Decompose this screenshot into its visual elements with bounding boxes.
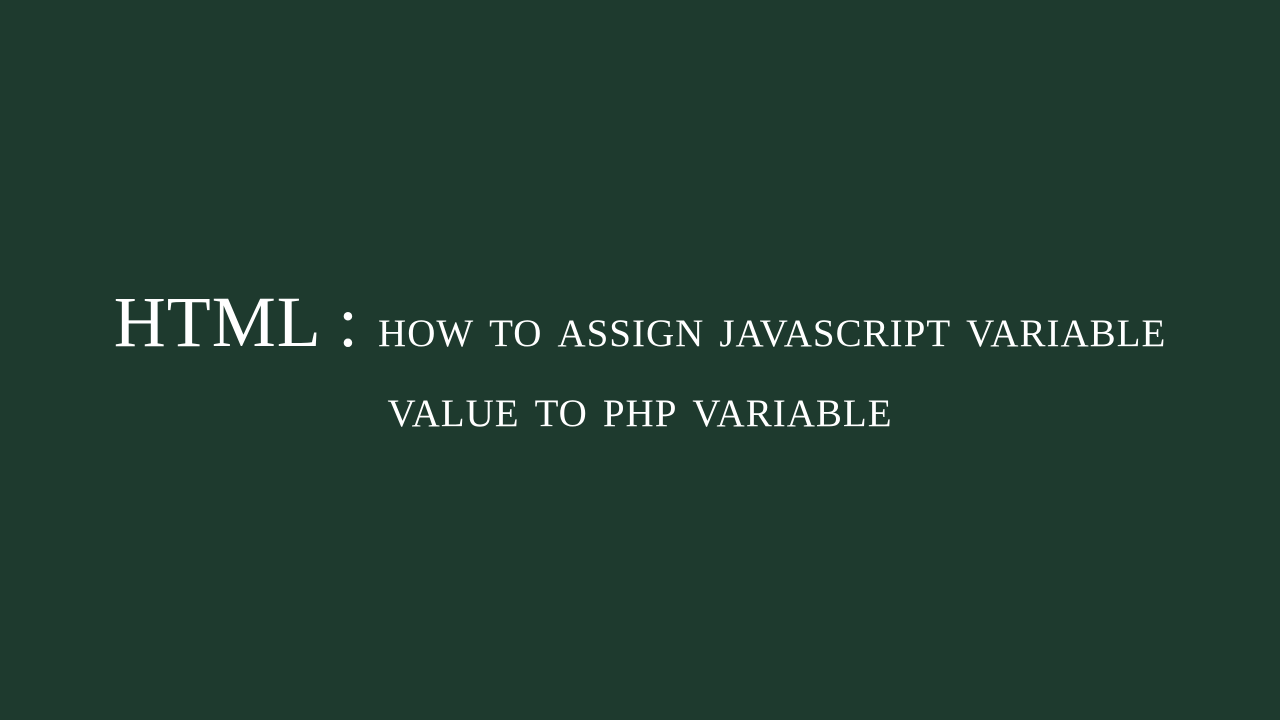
- title-main: how to assign javascript variable value …: [378, 297, 1166, 439]
- title-slide: HTML : how to assign javascript variable…: [0, 274, 1280, 447]
- title-prefix: HTML :: [114, 282, 378, 362]
